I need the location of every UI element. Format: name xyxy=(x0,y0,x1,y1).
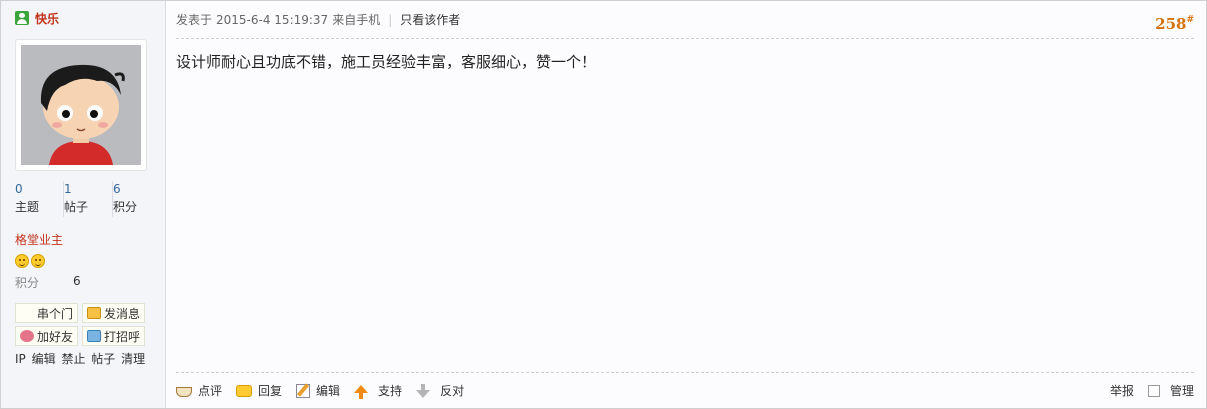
stat-label: 积分 xyxy=(113,200,138,214)
stat-value[interactable]: 0 xyxy=(15,181,63,197)
post-container: 快乐 0 主题 1 帖子 6 积分 格堂业主 积分 6 串个门 发消息 加好友 … xyxy=(0,0,1207,409)
post-actions-right: 举报 管理 xyxy=(1110,382,1194,399)
stat-label: 帖子 xyxy=(64,200,89,214)
comment-button[interactable]: 点评 xyxy=(176,382,222,399)
edit-label: 编辑 xyxy=(316,384,341,398)
author-stats: 0 主题 1 帖子 6 积分 xyxy=(15,181,165,217)
arrow-down-icon xyxy=(416,383,431,398)
add-friend-button[interactable]: 加好友 xyxy=(15,326,78,346)
greet-button[interactable]: 打招呼 xyxy=(82,326,145,346)
stat-threads[interactable]: 0 主题 xyxy=(15,181,64,217)
support-label: 支持 xyxy=(378,384,403,398)
avatar-frame[interactable] xyxy=(15,39,147,171)
admin-link-posts[interactable]: 帖子 xyxy=(91,352,115,366)
author-name-row: 快乐 xyxy=(15,9,165,27)
add-friend-label: 加好友 xyxy=(36,329,73,344)
arrow-up-icon xyxy=(354,384,369,399)
avatar-image xyxy=(21,45,141,165)
admin-link-clean[interactable]: 清理 xyxy=(121,352,145,366)
post-actions-left: 点评 回复 编辑 支持 反对 xyxy=(176,382,478,399)
author-action-buttons: 串个门 发消息 加好友 打招呼 xyxy=(15,303,165,346)
posted-time: 2015-6-4 15:19:37 xyxy=(216,12,329,27)
avatar[interactable] xyxy=(21,45,141,165)
author-name[interactable]: 快乐 xyxy=(35,10,59,27)
stat-points[interactable]: 6 积分 xyxy=(113,181,162,217)
greet-label: 打招呼 xyxy=(103,329,140,344)
reply-label: 回复 xyxy=(258,384,283,398)
admin-links: IP 编辑 禁止 帖子 清理 xyxy=(15,350,165,367)
edit-button[interactable]: 编辑 xyxy=(296,382,340,399)
smiley-icon xyxy=(31,254,45,268)
support-button[interactable]: 支持 xyxy=(354,382,402,399)
send-message-label: 发消息 xyxy=(103,306,140,321)
send-message-button[interactable]: 发消息 xyxy=(82,303,145,323)
admin-link-ip[interactable]: IP xyxy=(15,352,26,366)
oppose-label: 反对 xyxy=(440,384,465,398)
post-content: 设计师耐心且功底不错，施工员经验丰富，客服细心，赞一个！ xyxy=(176,53,597,71)
points-value: 6 xyxy=(73,274,81,288)
stat-label: 主题 xyxy=(15,200,40,214)
stat-value[interactable]: 1 xyxy=(64,181,112,197)
greet-icon xyxy=(86,330,101,342)
author-sidebar: 快乐 0 主题 1 帖子 6 积分 格堂业主 积分 6 串个门 发消息 加好友 … xyxy=(1,1,166,408)
visit-space-button[interactable]: 串个门 xyxy=(15,303,78,323)
add-friend-icon xyxy=(19,330,34,342)
admin-link-ban[interactable]: 禁止 xyxy=(61,352,85,366)
points-label: 积分 xyxy=(15,276,40,290)
reply-button[interactable]: 回复 xyxy=(236,382,282,399)
post-meta: 发表于 2015-6-4 15:19:37 来自手机 | 只看该作者 xyxy=(176,1,1194,39)
post-actions: 点评 回复 编辑 支持 反对 举报 管理 xyxy=(176,372,1194,408)
manage-checkbox[interactable] xyxy=(1147,384,1160,397)
rank-stars xyxy=(15,254,165,268)
visit-space-label: 串个门 xyxy=(36,306,73,321)
points-row: 积分 6 xyxy=(15,274,165,291)
user-online-icon xyxy=(15,11,29,25)
report-link[interactable]: 举报 xyxy=(1110,382,1134,399)
reply-icon xyxy=(236,384,253,397)
floor-number[interactable]: 258# xyxy=(1155,15,1194,33)
smiley-icon xyxy=(15,254,29,268)
only-author-link[interactable]: 只看该作者 xyxy=(400,11,460,28)
edit-icon xyxy=(296,383,311,398)
meta-divider: | xyxy=(388,12,393,27)
stat-posts[interactable]: 1 帖子 xyxy=(64,181,113,217)
floor-value: 258 xyxy=(1155,15,1187,33)
stat-value[interactable]: 6 xyxy=(113,181,162,197)
post-source: 来自手机 xyxy=(332,13,381,27)
message-icon xyxy=(86,307,101,319)
user-group[interactable]: 格堂业主 xyxy=(15,231,165,248)
comment-label: 点评 xyxy=(198,384,223,398)
comment-icon xyxy=(176,386,192,397)
floor-mark: # xyxy=(1186,15,1194,25)
oppose-button[interactable]: 反对 xyxy=(416,382,464,399)
posted-prefix: 发表于 xyxy=(176,13,213,27)
post-main: 发表于 2015-6-4 15:19:37 来自手机 | 只看该作者 258# … xyxy=(166,1,1206,408)
admin-link-edit[interactable]: 编辑 xyxy=(32,352,56,366)
manage-label[interactable]: 管理 xyxy=(1170,382,1194,399)
